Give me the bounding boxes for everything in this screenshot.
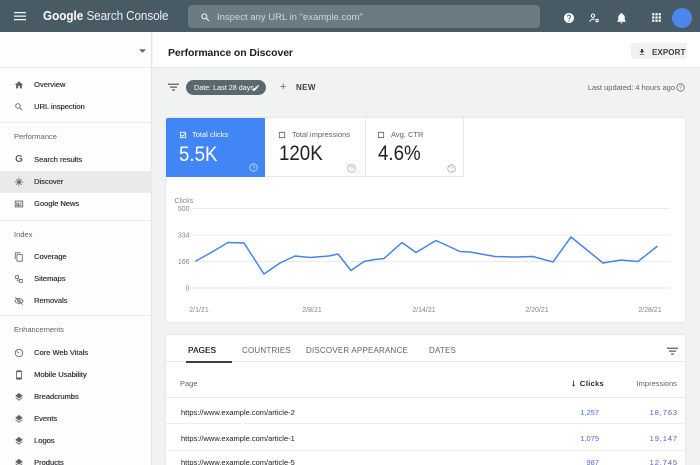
- svg-text:?: ?: [679, 85, 682, 91]
- svg-text:2/14/21: 2/14/21: [412, 307, 435, 314]
- svg-text:2/28/21: 2/28/21: [638, 307, 661, 314]
- svg-text:2/8/21: 2/8/21: [302, 307, 322, 314]
- svg-text:166: 166: [178, 259, 190, 266]
- svg-text:500: 500: [178, 206, 190, 213]
- svg-text:334: 334: [178, 233, 190, 240]
- svg-text:?: ?: [252, 165, 255, 171]
- svg-text:?: ?: [450, 166, 453, 172]
- svg-text:2/20/21: 2/20/21: [525, 307, 548, 314]
- svg-text:2/1/21: 2/1/21: [189, 307, 209, 314]
- svg-text:0: 0: [186, 286, 190, 293]
- svg-text:?: ?: [350, 166, 353, 172]
- svg-text:Clicks: Clicks: [175, 198, 194, 205]
